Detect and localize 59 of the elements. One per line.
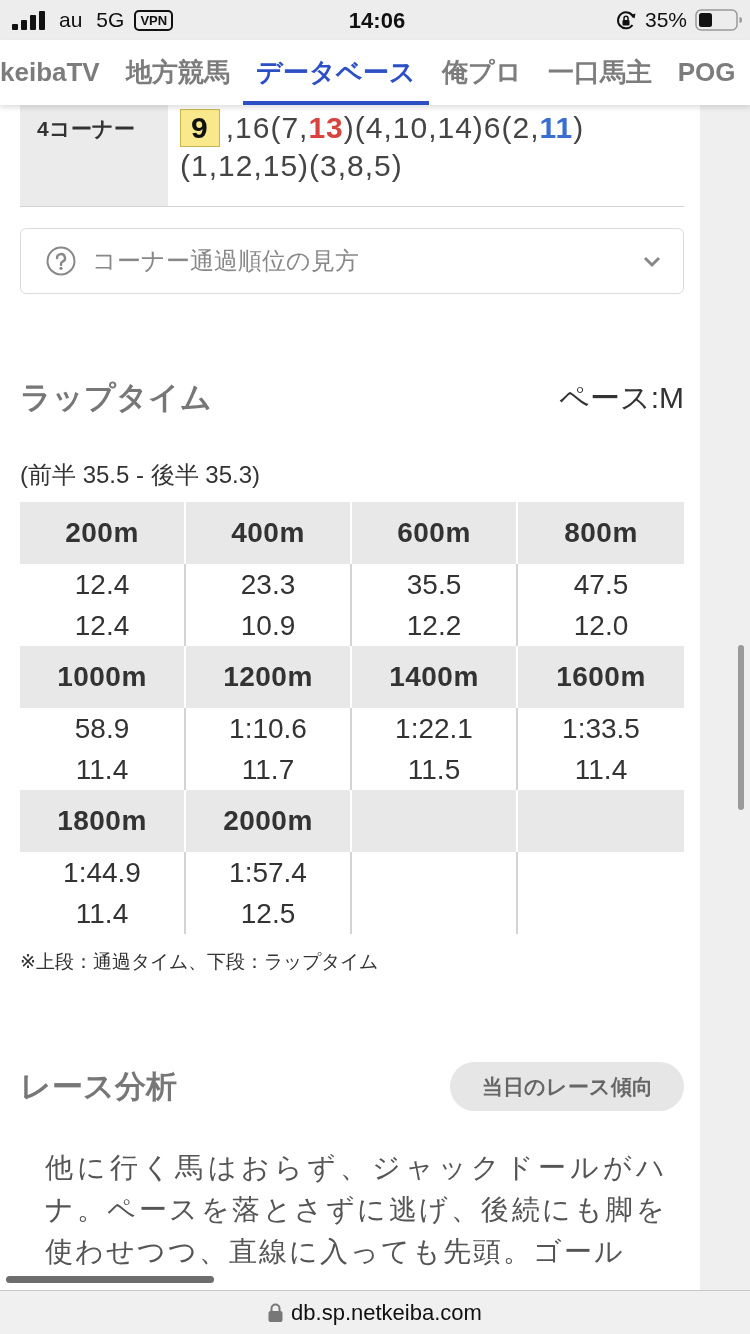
battery-icon [695, 9, 742, 31]
passing-time-text: 47.5 [573, 568, 629, 602]
section-title: レース分析 [20, 1068, 177, 1105]
lap-time-text: 11.7 [241, 753, 295, 787]
signal-icon [12, 10, 45, 30]
distance-header-cell: 1200m [186, 646, 352, 708]
table-note: ※上段：通過タイム、下段：ラップタイム [20, 951, 378, 972]
lock-icon [268, 1303, 284, 1322]
corner-order-text: (1,12,15)(3,8,5) [180, 148, 403, 184]
distance-header-cell: 1000m [20, 646, 186, 708]
help-accordion[interactable]: コーナー通過順位の見方 [20, 228, 684, 294]
nav-tab[interactable]: keibaTV [0, 40, 113, 105]
clock-text: 14:06 [348, 6, 406, 35]
lap-time-text: 12.2 [406, 609, 462, 643]
lap-time-text: 12.4 [74, 609, 130, 643]
distance-header-cell: 1400m [352, 646, 518, 708]
passing-time-text: 1:44.9 [63, 856, 141, 890]
passing-time-text: 58.9 [74, 712, 130, 746]
passing-time-text: 35.5 [406, 568, 462, 602]
distance-header-cell: 800m [518, 502, 684, 564]
rotation-lock-icon [615, 9, 637, 31]
highlighted-number: 9 [180, 109, 220, 147]
passing-time-text: 12.4 [74, 568, 130, 602]
corner-order-text: ,16(7,13)(4,10,14)6(2,11) [225, 110, 585, 146]
lap-time-text: 11.5 [407, 753, 461, 787]
lap-time-text: 11.4 [75, 897, 129, 931]
split-summary-text: (前半 35.5 - 後半 35.3) [20, 461, 261, 488]
distance-header-cell: 600m [352, 502, 518, 564]
lap-time-text: 10.9 [240, 609, 296, 643]
lap-time-text: 12.0 [573, 609, 629, 643]
distance-header-cell: 1800m [20, 790, 186, 852]
race-trend-button[interactable]: 当日のレース傾向 [450, 1062, 684, 1111]
analysis-text: 他に行く馬はおらず、ジャックドールがハナ。ペースを落とさずに逃げ、後続にも脚を使わせつつ、直線に入っても先頭。ゴール [45, 1151, 667, 1269]
distance-header-cell: 1600m [518, 646, 684, 708]
passing-time-text: 1:33.5 [562, 712, 640, 746]
lap-time-text: 11.4 [574, 753, 628, 787]
distance-header-cell: 400m [186, 502, 352, 564]
passing-time-text: 1:22.1 [395, 712, 473, 746]
carrier-text: au [59, 7, 83, 34]
battery-percent-text: 35% [644, 7, 687, 34]
corner-label-cell: 4コーナー [20, 105, 168, 206]
passing-time-text: 23.3 [240, 568, 296, 602]
nav-tab[interactable]: 地方競馬 [112, 40, 243, 105]
nav-tab[interactable]: データベース [242, 40, 429, 105]
url-text: db.sp.netkeiba.com [291, 1299, 482, 1327]
pace-text: ペース:M [558, 380, 684, 416]
lap-time-text: 11.4 [75, 753, 129, 787]
nav-tab[interactable]: POG [664, 40, 749, 105]
section-title: ラップタイム [20, 380, 212, 416]
passing-time-text: 1:10.6 [229, 712, 307, 746]
help-icon [46, 246, 76, 276]
passing-time-text: 1:57.4 [229, 856, 307, 890]
nav-tab[interactable]: 一口馬主 [534, 40, 665, 105]
lap-time-text: 12.5 [240, 897, 296, 931]
vpn-indicator: VPN [134, 9, 174, 31]
distance-header-cell: 200m [20, 502, 186, 564]
distance-header-cell: 2000m [186, 790, 352, 852]
nav-tab[interactable]: 俺プロ [428, 40, 535, 105]
network-text: 5G [96, 7, 125, 34]
